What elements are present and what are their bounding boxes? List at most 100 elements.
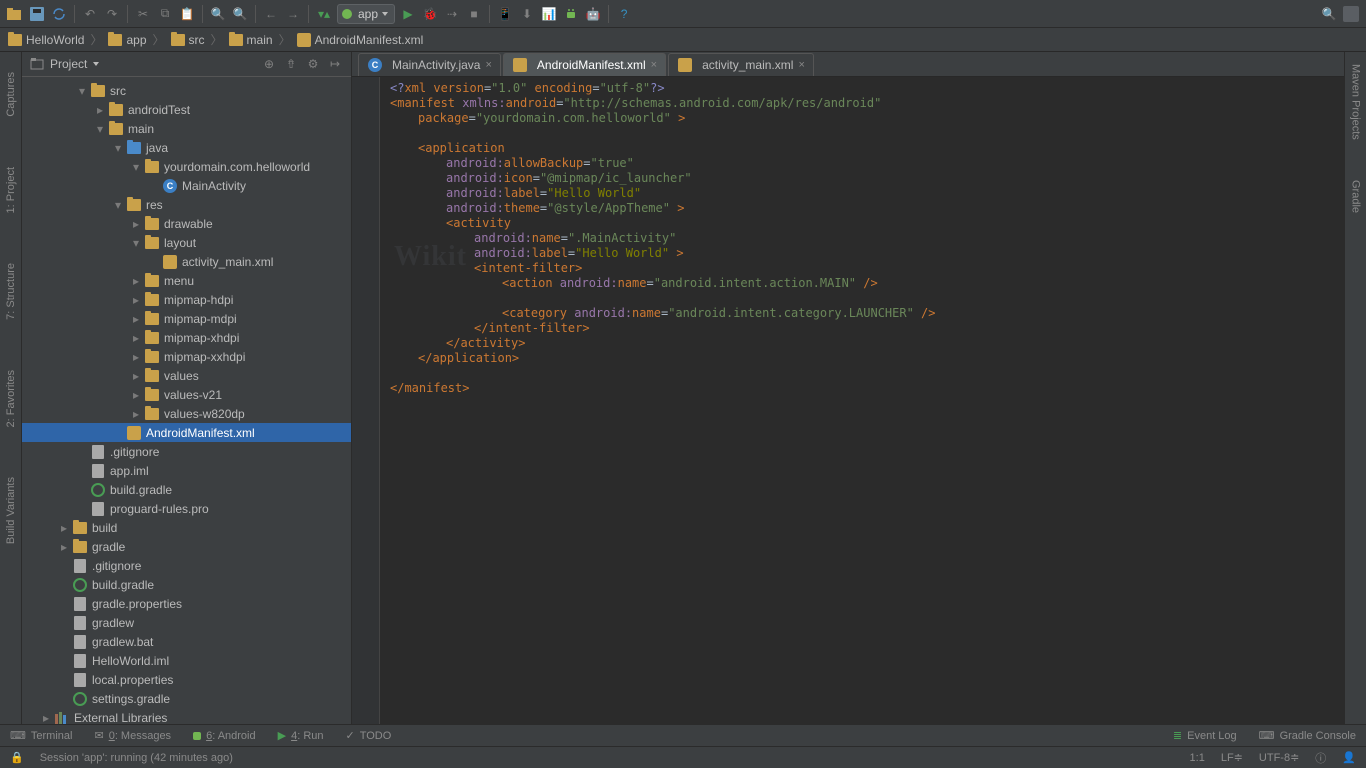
tree-node[interactable]: ▾main xyxy=(22,119,351,138)
tree-twistie-icon[interactable]: ▾ xyxy=(112,198,124,212)
tree-node[interactable]: ▸External Libraries xyxy=(22,708,351,724)
view-mode-chevron-icon[interactable] xyxy=(93,62,99,66)
breadcrumb-item[interactable]: src xyxy=(171,33,205,47)
close-tab-icon[interactable]: × xyxy=(651,59,657,71)
tree-node[interactable]: ▸values xyxy=(22,366,351,385)
tree-twistie-icon[interactable]: ▾ xyxy=(76,84,88,98)
insert-mode-icon[interactable]: ⓘ xyxy=(1315,750,1326,766)
redo-icon[interactable]: ↷ xyxy=(103,5,121,23)
tree-node[interactable]: build.gradle xyxy=(22,575,351,594)
editor-tab[interactable]: activity_main.xml× xyxy=(668,53,814,76)
tree-twistie-icon[interactable]: ▸ xyxy=(130,331,142,345)
editor-tab[interactable]: AndroidManifest.xml× xyxy=(503,53,666,76)
user-icon[interactable] xyxy=(1342,5,1360,23)
tree-node[interactable]: ▾src xyxy=(22,81,351,100)
tree-node[interactable]: CMainActivity xyxy=(22,176,351,195)
tree-twistie-icon[interactable]: ▾ xyxy=(130,236,142,250)
tree-node[interactable]: ▸mipmap-xxhdpi xyxy=(22,347,351,366)
code-line[interactable]: <category android:name="android.intent.c… xyxy=(384,306,1344,321)
make-icon[interactable]: ▾▴ xyxy=(315,5,333,23)
tree-node[interactable]: ▾java xyxy=(22,138,351,157)
tree-node[interactable]: app.iml xyxy=(22,461,351,480)
code-line[interactable] xyxy=(384,291,1344,306)
code-line[interactable]: android:name=".MainActivity" xyxy=(384,231,1344,246)
tree-twistie-icon[interactable]: ▸ xyxy=(58,521,70,535)
help-icon[interactable]: ? xyxy=(615,5,633,23)
code-line[interactable]: <action android:name="android.intent.act… xyxy=(384,276,1344,291)
bottom-tool-tab[interactable]: ✉0: Messages xyxy=(94,729,171,742)
tree-node[interactable]: local.properties xyxy=(22,670,351,689)
tree-node[interactable]: proguard-rules.pro xyxy=(22,499,351,518)
tree-node[interactable]: AndroidManifest.xml xyxy=(22,423,351,442)
code-line[interactable]: android:theme="@style/AppTheme" > xyxy=(384,201,1344,216)
tree-node[interactable]: ▸values-w820dp xyxy=(22,404,351,423)
code-line[interactable]: android:icon="@mipmap/ic_launcher" xyxy=(384,171,1344,186)
copy-icon[interactable]: ⧉ xyxy=(156,5,174,23)
tree-twistie-icon[interactable]: ▸ xyxy=(130,274,142,288)
tree-twistie-icon[interactable]: ▸ xyxy=(130,312,142,326)
tree-node[interactable]: ▸mipmap-hdpi xyxy=(22,290,351,309)
tree-node[interactable]: ▾yourdomain.com.helloworld xyxy=(22,157,351,176)
tree-twistie-icon[interactable]: ▸ xyxy=(130,350,142,364)
sdk-icon[interactable]: ⬇ xyxy=(518,5,536,23)
tree-node[interactable]: ▸gradle xyxy=(22,537,351,556)
right-tool-tab[interactable]: Maven Projects xyxy=(1350,64,1362,140)
paste-icon[interactable]: 📋 xyxy=(178,5,196,23)
back-icon[interactable]: ← xyxy=(262,5,280,23)
project-tree[interactable]: ▾src▸androidTest▾main▾java▾yourdomain.co… xyxy=(22,77,351,724)
tree-node[interactable]: ▸androidTest xyxy=(22,100,351,119)
undo-icon[interactable]: ↶ xyxy=(81,5,99,23)
left-tool-tab[interactable]: Build Variants xyxy=(5,477,17,544)
tree-node[interactable]: ▸values-v21 xyxy=(22,385,351,404)
find-icon[interactable]: 🔍 xyxy=(209,5,227,23)
tree-twistie-icon[interactable]: ▸ xyxy=(40,711,52,725)
code-line[interactable]: <intent-filter> xyxy=(384,261,1344,276)
left-tool-tab[interactable]: 7: Structure xyxy=(5,263,17,320)
debug-icon[interactable]: 🐞 xyxy=(421,5,439,23)
open-icon[interactable] xyxy=(6,5,24,23)
bottom-tool-tab[interactable]: ⌨Gradle Console xyxy=(1259,729,1356,742)
code-line[interactable]: <?xml version="1.0" encoding="utf-8"?> xyxy=(384,81,1344,96)
tree-node[interactable]: .gitignore xyxy=(22,442,351,461)
tree-twistie-icon[interactable]: ▸ xyxy=(130,369,142,383)
code-line[interactable]: </application> xyxy=(384,351,1344,366)
scroll-from-source-icon[interactable]: ⊕ xyxy=(261,56,277,72)
code-line[interactable]: <manifest xmlns:android="http://schemas.… xyxy=(384,96,1344,111)
run-icon[interactable]: ▶ xyxy=(399,5,417,23)
breadcrumb-item[interactable]: app xyxy=(108,33,146,47)
stop-icon[interactable]: ■ xyxy=(465,5,483,23)
tree-node[interactable]: gradlew xyxy=(22,613,351,632)
run-config-selector[interactable]: app xyxy=(337,4,395,24)
hide-icon[interactable]: ↦ xyxy=(327,56,343,72)
code-line[interactable]: package="yourdomain.com.helloworld" > xyxy=(384,111,1344,126)
tree-node[interactable]: ▸mipmap-xhdpi xyxy=(22,328,351,347)
tree-node[interactable]: ▸mipmap-mdpi xyxy=(22,309,351,328)
tree-twistie-icon[interactable]: ▾ xyxy=(112,141,124,155)
code-line[interactable] xyxy=(384,126,1344,141)
tree-node[interactable]: ▸menu xyxy=(22,271,351,290)
editor-tab[interactable]: CMainActivity.java× xyxy=(358,53,501,76)
forward-icon[interactable]: → xyxy=(284,5,302,23)
cursor-position[interactable]: 1:1 xyxy=(1190,752,1205,764)
close-tab-icon[interactable]: × xyxy=(485,59,491,71)
tree-twistie-icon[interactable]: ▾ xyxy=(94,122,106,136)
tree-twistie-icon[interactable]: ▾ xyxy=(130,160,142,174)
avd-icon[interactable]: 📱 xyxy=(496,5,514,23)
code-editor[interactable]: Wikit <?xml version="1.0" encoding="utf-… xyxy=(352,77,1344,724)
sync-icon[interactable] xyxy=(50,5,68,23)
code-line[interactable]: android:label="Hello World" xyxy=(384,186,1344,201)
tree-node[interactable]: activity_main.xml xyxy=(22,252,351,271)
code-line[interactable] xyxy=(384,366,1344,381)
tree-node[interactable]: build.gradle xyxy=(22,480,351,499)
tree-twistie-icon[interactable]: ▸ xyxy=(94,103,106,117)
left-tool-tab[interactable]: 2: Favorites xyxy=(5,370,17,427)
tree-node[interactable]: ▸drawable xyxy=(22,214,351,233)
file-encoding[interactable]: UTF-8≑ xyxy=(1259,751,1299,764)
breadcrumb-item[interactable]: AndroidManifest.xml xyxy=(297,33,424,47)
close-tab-icon[interactable]: × xyxy=(798,59,804,71)
tree-node[interactable]: ▾res xyxy=(22,195,351,214)
bottom-tool-tab[interactable]: 6: Android xyxy=(193,730,256,742)
save-icon[interactable] xyxy=(28,5,46,23)
tree-node[interactable]: HelloWorld.iml xyxy=(22,651,351,670)
left-tool-tab[interactable]: Captures xyxy=(5,72,17,117)
